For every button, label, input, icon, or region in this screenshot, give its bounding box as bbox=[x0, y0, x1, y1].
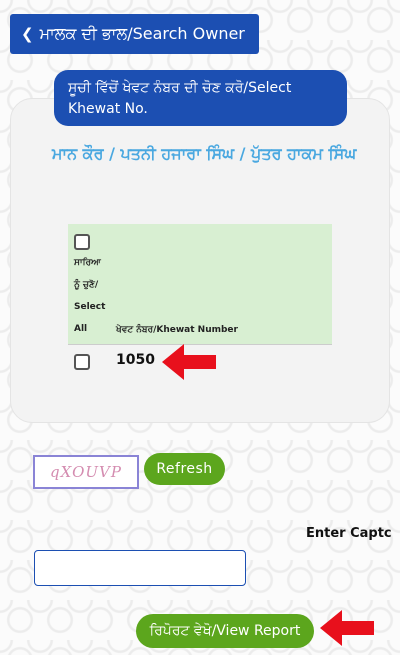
khewat-row-checkbox[interactable] bbox=[74, 354, 90, 370]
khewat-number-column-header: ਖੇਵਟ ਨੰਬਰ/Khewat Number bbox=[116, 325, 238, 335]
search-owner-back-button[interactable]: ❮ ਮਾਲਕ ਦੀ ਭਾਲ/Search Owner bbox=[10, 14, 259, 54]
select-all-checkbox[interactable] bbox=[74, 234, 90, 250]
enter-captcha-label: Enter Captc bbox=[306, 526, 392, 541]
view-report-button[interactable]: ਰਿਪੋਰਟ ਵੇਖੋ/View Report bbox=[136, 614, 314, 648]
captcha-input[interactable] bbox=[34, 550, 246, 586]
khewat-number-value: 1050 bbox=[116, 352, 155, 368]
captcha-refresh-button[interactable]: Refresh bbox=[144, 453, 225, 485]
owner-name: ਮਾਨ ਕੌਰ / ਪਤਨੀ ਹਜਾਰਾ ਸਿੰਘ / ਪੁੱਤਰ ਹਾਕਮ ਸ… bbox=[52, 144, 357, 163]
red-arrow-icon bbox=[162, 344, 216, 380]
khewat-table-header: ਸਾਰਿਆ ਨੂੰ ਚੁਣੋ/ Select All ਖੇਵਟ ਨੰਬਰ/Khe… bbox=[68, 224, 332, 344]
chevron-left-icon: ❮ bbox=[21, 25, 34, 43]
back-button-label: ਮਾਲਕ ਦੀ ਭਾਲ/Search Owner bbox=[39, 24, 245, 43]
red-arrow-icon bbox=[320, 610, 374, 646]
captcha-image: qXOUVP bbox=[33, 455, 139, 489]
select-all-column: ਸਾਰਿਆ ਨੂੰ ਚੁਣੋ/ Select All bbox=[74, 232, 134, 340]
select-all-label-line: ਸਾਰਿਆ bbox=[74, 258, 101, 268]
select-all-label-line: ਨੂੰ ਚੁਣੋ/ bbox=[74, 280, 99, 290]
select-all-label-line: Select bbox=[74, 302, 106, 312]
select-khewat-label: ਸੂਚੀ ਵਿੱਚੋਂ ਖੇਵਟ ਨੰਬਰ ਦੀ ਚੋਣ ਕਰੋ/Select … bbox=[54, 70, 347, 126]
